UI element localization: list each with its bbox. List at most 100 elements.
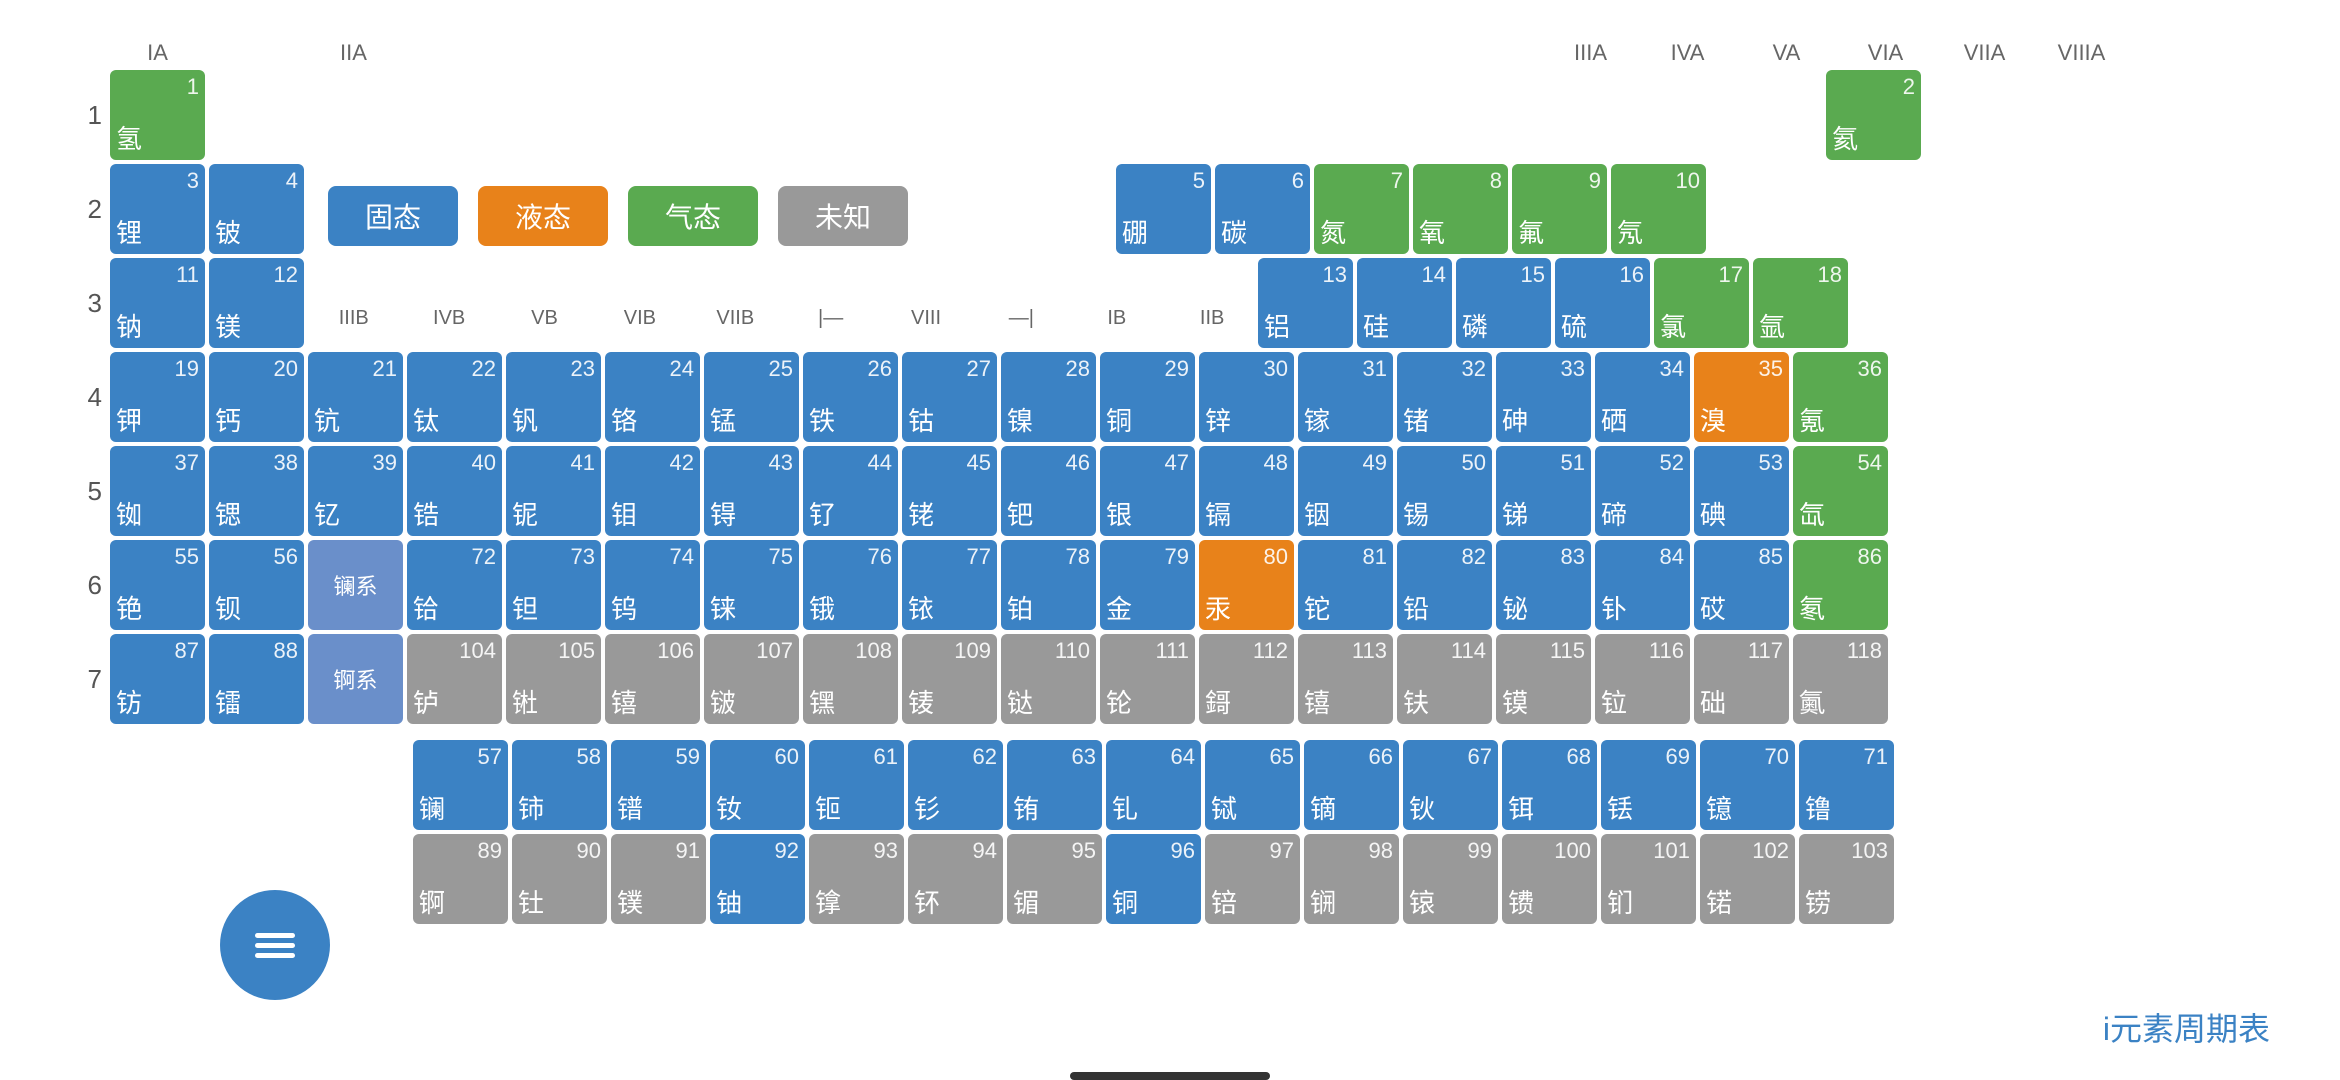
element-Es[interactable]: 98 锎 xyxy=(1304,834,1399,924)
element-Po[interactable]: 84 钋 xyxy=(1595,540,1690,630)
element-W[interactable]: 74 钨 xyxy=(605,540,700,630)
element-Ru[interactable]: 44 钌 xyxy=(803,446,898,536)
element-Pt[interactable]: 78 铂 xyxy=(1001,540,1096,630)
element-Yb[interactable]: 69 铥 xyxy=(1601,740,1696,830)
element-K[interactable]: 19 钾 xyxy=(110,352,205,442)
element-Gd[interactable]: 63 铕 xyxy=(1007,740,1102,830)
element-As[interactable]: 33 砷 xyxy=(1496,352,1591,442)
element-Mt[interactable]: 109 鿏 xyxy=(902,634,997,724)
element-Rn[interactable]: 86 氡 xyxy=(1793,540,1888,630)
element-Cr[interactable]: 24 铬 xyxy=(605,352,700,442)
element-C[interactable]: 6 碳 xyxy=(1215,164,1310,254)
element-Co[interactable]: 27 钴 xyxy=(902,352,997,442)
element-Ra[interactable]: 88 镭 xyxy=(209,634,304,724)
element-Pr[interactable]: 58 铈 xyxy=(512,740,607,830)
element-Sc[interactable]: 21 钪 xyxy=(308,352,403,442)
element-Mc[interactable]: 115 镆 xyxy=(1496,634,1591,724)
element-Md[interactable]: 100 镄 xyxy=(1502,834,1597,924)
element-Tc[interactable]: 43 锝 xyxy=(704,446,799,536)
element-Cu[interactable]: 29 铜 xyxy=(1100,352,1195,442)
element-Pa[interactable]: 90 钍 xyxy=(512,834,607,924)
element-Tm[interactable]: 68 铒 xyxy=(1502,740,1597,830)
element-U[interactable]: 91 镤 xyxy=(611,834,706,924)
element-Hf[interactable]: 72 铪 xyxy=(407,540,502,630)
element-Fm[interactable]: 99 锿 xyxy=(1403,834,1498,924)
element-I[interactable]: 53 碘 xyxy=(1694,446,1789,536)
element-Pm[interactable]: 60 钕 xyxy=(710,740,805,830)
element-Cn[interactable]: 112 鎶 xyxy=(1199,634,1294,724)
element-Er[interactable]: 67 钬 xyxy=(1403,740,1498,830)
element-Ni[interactable]: 28 镍 xyxy=(1001,352,1096,442)
element-Mg[interactable]: 12 镁 xyxy=(209,258,304,348)
element-Tl[interactable]: 81 铊 xyxy=(1298,540,1393,630)
element-Os[interactable]: 76 锇 xyxy=(803,540,898,630)
element-Ag[interactable]: 47 银 xyxy=(1100,446,1195,536)
element-Sb[interactable]: 51 锑 xyxy=(1496,446,1591,536)
element-Xe[interactable]: 54 氙 xyxy=(1793,446,1888,536)
element-F[interactable]: 9 氟 xyxy=(1512,164,1607,254)
element-Bi[interactable]: 83 铋 xyxy=(1496,540,1591,630)
element-Ne[interactable]: 10 氖 xyxy=(1611,164,1706,254)
element-Be[interactable]: 4 铍 xyxy=(209,164,304,254)
element-Pu[interactable]: 93 镎 xyxy=(809,834,904,924)
element-Al[interactable]: 13 铝 xyxy=(1258,258,1353,348)
element-Hs[interactable]: 108 𬭶 xyxy=(803,634,898,724)
element-Fl[interactable]: 114 𫓧 xyxy=(1397,634,1492,724)
element-At[interactable]: 85 砹 xyxy=(1694,540,1789,630)
element-Fe[interactable]: 26 铁 xyxy=(803,352,898,442)
element-Hg[interactable]: 80 汞 xyxy=(1199,540,1294,630)
element-Zn[interactable]: 30 锌 xyxy=(1199,352,1294,442)
element-La-end[interactable]: 71 镥 xyxy=(1799,740,1894,830)
element-N[interactable]: 7 氮 xyxy=(1314,164,1409,254)
element-Ce[interactable]: 57 镧 xyxy=(413,740,508,830)
element-Mn[interactable]: 25 锰 xyxy=(704,352,799,442)
element-Bh[interactable]: 107 𬭛 xyxy=(704,634,799,724)
element-Nb[interactable]: 41 铌 xyxy=(506,446,601,536)
element-Li[interactable]: 3 锂 xyxy=(110,164,205,254)
element-Lr[interactable]: 102 锘 xyxy=(1700,834,1795,924)
element-In[interactable]: 49 铟 xyxy=(1298,446,1393,536)
element-Tb[interactable]: 64 钆 xyxy=(1106,740,1201,830)
element-Pd[interactable]: 46 钯 xyxy=(1001,446,1096,536)
element-He[interactable]: 2 氦 xyxy=(1826,70,1921,160)
menu-button[interactable] xyxy=(220,890,330,1000)
element-Rh[interactable]: 45 铑 xyxy=(902,446,997,536)
element-P[interactable]: 15 磷 xyxy=(1456,258,1551,348)
element-Rg[interactable]: 111 𬬭 xyxy=(1100,634,1195,724)
element-Sr[interactable]: 38 锶 xyxy=(209,446,304,536)
element-Y[interactable]: 39 钇 xyxy=(308,446,403,536)
element-Au[interactable]: 79 金 xyxy=(1100,540,1195,630)
element-Eu[interactable]: 62 钐 xyxy=(908,740,1003,830)
element-Cd[interactable]: 48 镉 xyxy=(1199,446,1294,536)
element-Cm[interactable]: 95 镅 xyxy=(1007,834,1102,924)
element-Rf[interactable]: 104 𬬻 xyxy=(407,634,502,724)
element-H[interactable]: 1 氢 xyxy=(110,70,205,160)
element-Cs[interactable]: 55 铯 xyxy=(110,540,205,630)
element-Ge[interactable]: 32 锗 xyxy=(1397,352,1492,442)
element-Ba[interactable]: 56 钡 xyxy=(209,540,304,630)
element-Th[interactable]: 89 锕 xyxy=(413,834,508,924)
element-V[interactable]: 23 钒 xyxy=(506,352,601,442)
element-Se[interactable]: 34 硒 xyxy=(1595,352,1690,442)
element-Ca[interactable]: 20 钙 xyxy=(209,352,304,442)
element-Sm[interactable]: 61 钷 xyxy=(809,740,904,830)
element-Ir[interactable]: 77 铱 xyxy=(902,540,997,630)
element-Dy[interactable]: 65 铽 xyxy=(1205,740,1300,830)
element-Si[interactable]: 14 硅 xyxy=(1357,258,1452,348)
element-Ga[interactable]: 31 镓 xyxy=(1298,352,1393,442)
element-Ta[interactable]: 73 钽 xyxy=(506,540,601,630)
element-Rb[interactable]: 37 铷 xyxy=(110,446,205,536)
element-Og[interactable]: 118 鿫 xyxy=(1793,634,1888,724)
element-Kr[interactable]: 36 氪 xyxy=(1793,352,1888,442)
element-B[interactable]: 5 硼 xyxy=(1116,164,1211,254)
element-Lv[interactable]: 116 𫟷 xyxy=(1595,634,1690,724)
element-Nh[interactable]: 113 𬭳 xyxy=(1298,634,1393,724)
element-Ar[interactable]: 18 氩 xyxy=(1753,258,1848,348)
element-No[interactable]: 101 钔 xyxy=(1601,834,1696,924)
element-Nd[interactable]: 59 镨 xyxy=(611,740,706,830)
element-Ti[interactable]: 22 钛 xyxy=(407,352,502,442)
element-Mo[interactable]: 42 钼 xyxy=(605,446,700,536)
element-Te[interactable]: 52 碲 xyxy=(1595,446,1690,536)
element-S[interactable]: 16 硫 xyxy=(1555,258,1650,348)
element-Pb[interactable]: 82 铅 xyxy=(1397,540,1492,630)
